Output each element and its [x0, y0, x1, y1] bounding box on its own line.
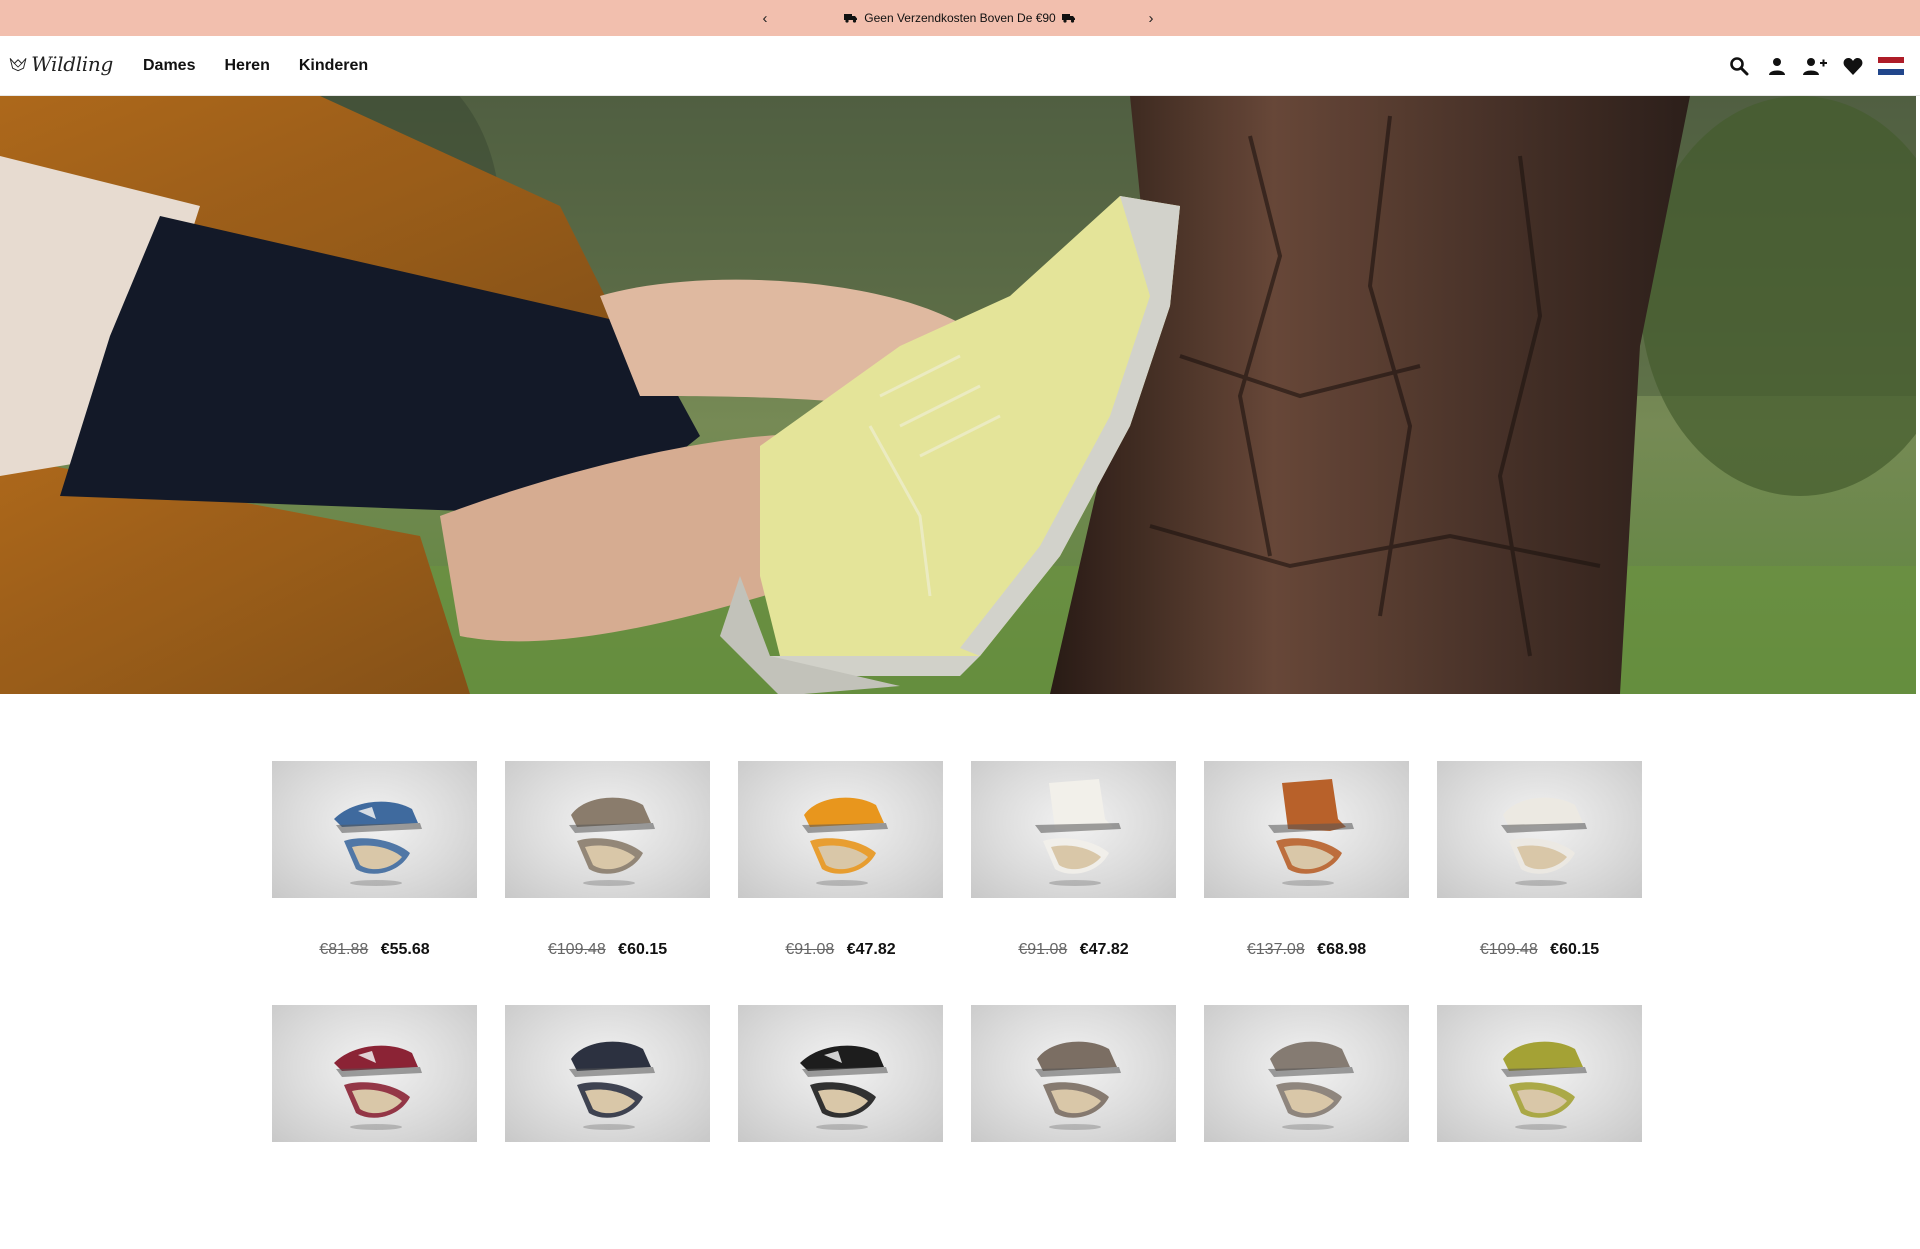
register-icon[interactable]	[1796, 36, 1834, 96]
product-old-price: €109.48	[547, 941, 606, 958]
product-card[interactable]: €109.48 €60.15	[505, 761, 710, 959]
product-image[interactable]	[505, 1005, 710, 1142]
search-icon[interactable]	[1720, 36, 1758, 96]
product-price: €68.98	[1317, 941, 1367, 958]
product-row: €81.88 €55.68 €109.48 €60.15 €91.08 €47.…	[272, 761, 1644, 959]
product-prices: €137.08 €68.98	[1204, 941, 1409, 959]
brand-wordmark: Wildling	[31, 52, 113, 76]
product-card[interactable]: €91.08 €47.82	[738, 761, 943, 959]
product-card[interactable]: €91.08 €47.82	[971, 761, 1176, 959]
product-card[interactable]: €109.48 €60.15	[1437, 761, 1642, 959]
announcement-bar: ‹ Geen Verzendkosten Boven De €90 ›	[0, 0, 1920, 36]
announcement-prev-button[interactable]: ‹	[753, 0, 777, 36]
product-old-price: €91.08	[785, 941, 835, 958]
product-image[interactable]	[1204, 1005, 1409, 1142]
product-prices	[272, 1185, 477, 1203]
product-prices	[971, 1185, 1176, 1203]
product-price: €55.68	[380, 941, 430, 958]
product-grid: €81.88 €55.68 €109.48 €60.15 €91.08 €47.…	[272, 761, 1644, 1249]
language-flag-icon[interactable]	[1872, 36, 1910, 96]
product-price: €60.15	[618, 941, 668, 958]
product-image[interactable]	[272, 1005, 477, 1142]
hero-image	[0, 96, 1916, 694]
product-image[interactable]	[738, 1005, 943, 1142]
product-card[interactable]	[505, 1005, 710, 1203]
product-card[interactable]	[971, 1005, 1176, 1203]
site-header: Wildling Dames Heren Kinderen	[0, 36, 1920, 96]
product-prices	[505, 1185, 710, 1203]
product-prices	[1204, 1185, 1409, 1203]
product-image[interactable]	[738, 761, 943, 898]
product-old-price: €137.08	[1246, 941, 1305, 958]
product-old-price: €91.08	[1018, 941, 1068, 958]
nav-item-dames[interactable]: Dames	[143, 57, 195, 75]
nav-item-kinderen[interactable]: Kinderen	[299, 57, 368, 75]
product-card[interactable]: €81.88 €55.68	[272, 761, 477, 959]
truck-icon	[1061, 13, 1076, 23]
announcement-next-button[interactable]: ›	[1139, 0, 1163, 36]
product-image[interactable]	[971, 1005, 1176, 1142]
product-image[interactable]	[1437, 1005, 1642, 1142]
product-price: €60.15	[1550, 941, 1600, 958]
product-old-price: €81.88	[319, 941, 369, 958]
product-image[interactable]	[505, 761, 710, 898]
product-price: €47.82	[846, 941, 896, 958]
product-card[interactable]: €137.08 €68.98	[1204, 761, 1409, 959]
product-prices	[1437, 1185, 1642, 1203]
product-image[interactable]	[1437, 761, 1642, 898]
product-prices: €91.08 €47.82	[738, 941, 943, 959]
product-card[interactable]	[1204, 1005, 1409, 1203]
nav-item-heren[interactable]: Heren	[224, 57, 269, 75]
account-icon[interactable]	[1758, 36, 1796, 96]
product-image[interactable]	[272, 761, 477, 898]
product-prices: €109.48 €60.15	[1437, 941, 1642, 959]
product-image[interactable]	[971, 761, 1176, 898]
announcement-text: Geen Verzendkosten Boven De €90	[864, 11, 1056, 25]
wishlist-icon[interactable]	[1834, 36, 1872, 96]
product-card[interactable]	[738, 1005, 943, 1203]
product-card[interactable]	[1437, 1005, 1642, 1203]
product-card[interactable]	[272, 1005, 477, 1203]
product-price: €47.82	[1079, 941, 1129, 958]
product-prices: €81.88 €55.68	[272, 941, 477, 959]
truck-icon	[844, 13, 858, 23]
wolf-logo-icon	[9, 58, 27, 72]
brand-logo[interactable]: Wildling	[9, 48, 113, 80]
announcement-message: Geen Verzendkosten Boven De €90	[844, 11, 1075, 25]
product-prices: €91.08 €47.82	[971, 941, 1176, 959]
product-prices	[738, 1185, 943, 1203]
product-image[interactable]	[1204, 761, 1409, 898]
product-old-price: €109.48	[1479, 941, 1538, 958]
header-actions	[1720, 36, 1910, 96]
main-nav: Dames Heren Kinderen	[143, 36, 397, 96]
product-row	[272, 1005, 1644, 1203]
hero-photo-illustration	[0, 96, 1916, 694]
product-prices: €109.48 €60.15	[505, 941, 710, 959]
